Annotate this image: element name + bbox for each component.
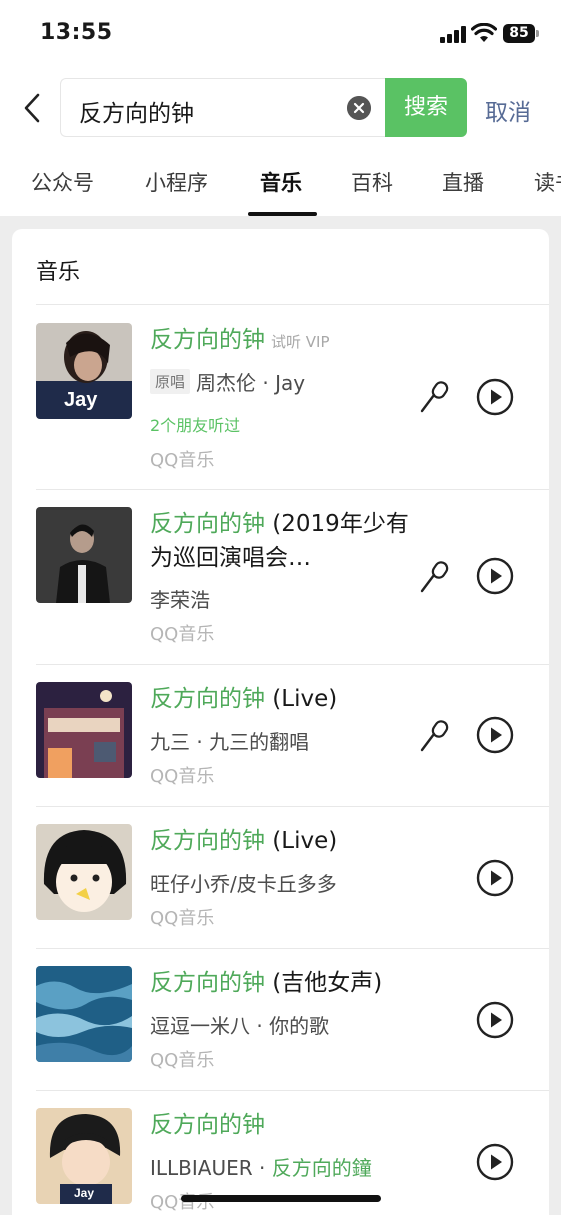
artist-name: ILLBIAUER · <box>150 1156 272 1180</box>
album-cover <box>36 966 132 1062</box>
cover-text: Jay <box>74 1186 95 1200</box>
cellular-signal-icon <box>440 26 466 43</box>
search-query-text: 反方向的钟 <box>79 101 194 127</box>
play-icon[interactable] <box>476 859 514 897</box>
song-title-highlight: 反方向的钟 <box>150 970 265 996</box>
tab-music[interactable]: 音乐 <box>260 167 302 197</box>
song-title-highlight: 反方向的钟 <box>150 1112 265 1138</box>
tab-live[interactable]: 直播 <box>442 167 484 197</box>
home-indicator[interactable] <box>181 1195 381 1202</box>
battery-indicator: 85 <box>503 24 535 43</box>
song-title-rest: (吉他女声) <box>265 970 383 996</box>
play-icon[interactable] <box>476 1001 514 1039</box>
album-cover: Jay <box>36 1108 132 1204</box>
back-arrow-icon[interactable] <box>20 92 44 124</box>
album-cover <box>36 682 132 778</box>
tab-official-accounts[interactable]: 公众号 <box>31 167 94 197</box>
friends-listened: 2个朋友听过 <box>150 416 241 435</box>
song-title-highlight: 反方向的钟 <box>150 686 265 712</box>
song-title-rest: (Live) <box>265 828 338 854</box>
preview-vip-tag: 试听 VIP <box>271 333 330 351</box>
battery-tip <box>536 30 539 37</box>
divider <box>36 806 549 807</box>
song-title: 反方向的钟 <box>150 1108 410 1142</box>
song-source: QQ音乐 <box>150 1050 215 1071</box>
artist-name: 周杰伦 · Jay <box>196 371 306 395</box>
cancel-button[interactable]: 取消 <box>485 93 531 127</box>
song-title: 反方向的钟 (Live) <box>150 824 410 858</box>
status-bar: 13:55 85 <box>0 0 561 66</box>
play-icon[interactable] <box>476 378 514 416</box>
song-title: 反方向的钟 (吉他女声) <box>150 966 410 1000</box>
tab-books[interactable]: 读书 <box>534 167 561 197</box>
tab-mini-programs[interactable]: 小程序 <box>145 167 208 197</box>
song-artist: 九三 · 九三的翻唱 <box>150 730 310 754</box>
album-highlight: 反方向的鐘 <box>271 1156 372 1180</box>
divider <box>36 489 549 490</box>
tab-encyclopedia[interactable]: 百科 <box>351 167 393 197</box>
song-artist: 原唱 周杰伦 · Jay <box>150 367 305 396</box>
original-badge: 原唱 <box>150 369 191 394</box>
cover-text: Jay <box>64 389 98 411</box>
song-source: QQ音乐 <box>150 766 215 787</box>
song-source: QQ音乐 <box>150 624 215 645</box>
search-button[interactable]: 搜索 <box>385 78 467 137</box>
song-artist: 李荣浩 <box>150 588 210 612</box>
divider <box>36 664 549 665</box>
active-tab-indicator <box>248 212 317 216</box>
divider <box>36 304 549 305</box>
song-artist: ILLBIAUER · 反方向的鐘 <box>150 1152 372 1181</box>
song-artist: 逗逗一米八 · 你的歌 <box>150 1014 330 1038</box>
microphone-icon[interactable] <box>418 560 452 594</box>
song-title: 反方向的钟 (2019年少有为巡回演唱会… <box>150 507 410 575</box>
play-icon[interactable] <box>476 1143 514 1181</box>
song-title-highlight: 反方向的钟 <box>150 327 265 353</box>
microphone-icon[interactable] <box>418 719 452 753</box>
divider <box>36 1090 549 1091</box>
song-title: 反方向的钟 (Live) <box>150 682 410 716</box>
section-title: 音乐 <box>36 260 81 285</box>
album-cover <box>36 824 132 920</box>
album-cover <box>36 507 132 603</box>
song-title-highlight: 反方向的钟 <box>150 828 265 854</box>
album-cover: Jay <box>36 323 132 419</box>
microphone-icon[interactable] <box>418 380 452 414</box>
divider <box>36 948 549 949</box>
song-artist: 旺仔小乔/皮卡丘多多 <box>150 872 337 896</box>
song-source: QQ音乐 <box>150 450 215 471</box>
play-icon[interactable] <box>476 716 514 754</box>
play-icon[interactable] <box>476 557 514 595</box>
song-title: 反方向的钟 试听 VIP <box>150 323 410 359</box>
clear-icon[interactable] <box>347 96 371 120</box>
song-title-highlight: 反方向的钟 <box>150 511 265 537</box>
search-input[interactable]: 反方向的钟 <box>60 78 386 137</box>
category-tabs: 公众号 小程序 音乐 百科 直播 读书 <box>0 160 561 216</box>
status-time: 13:55 <box>40 20 113 45</box>
song-source: QQ音乐 <box>150 908 215 929</box>
wifi-icon <box>471 23 497 42</box>
song-title-rest: (Live) <box>265 686 338 712</box>
